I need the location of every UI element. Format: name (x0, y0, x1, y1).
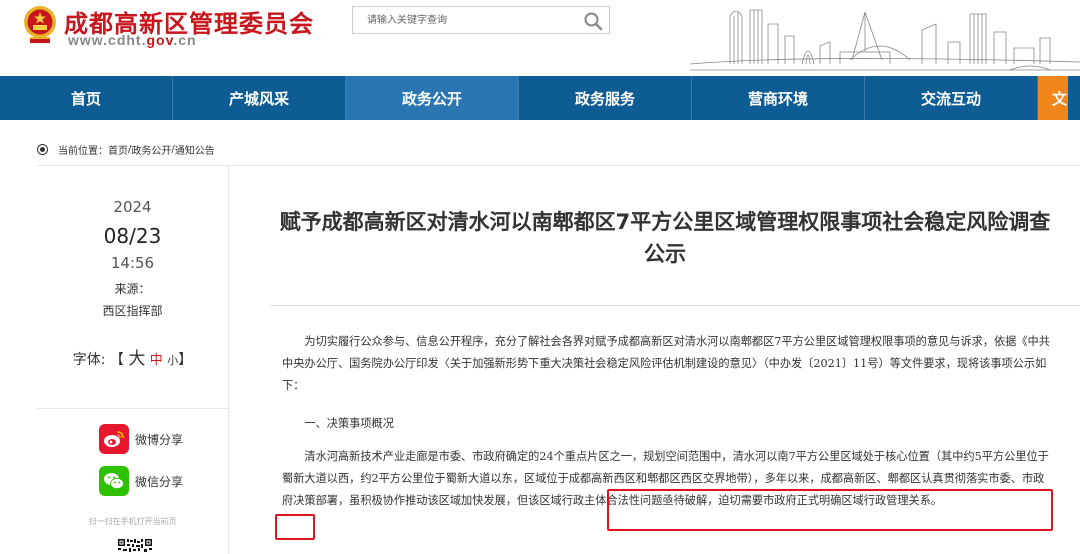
font-medium-button[interactable]: 中 (150, 353, 163, 368)
font-bracket-open: 【 (109, 352, 124, 368)
nav-item-home[interactable]: 首页 (0, 76, 173, 120)
article-title: 赋予成都高新区对清水河以南郫都区7平方公里区域管理权限事项社会稳定风险调查公示 (279, 210, 1051, 266)
publish-year: 2024 (113, 198, 152, 216)
weibo-share-label: 微博分享 (135, 432, 184, 447)
location-dot-icon (37, 144, 48, 155)
nav-item-government-affairs[interactable]: 政务公开 (346, 76, 519, 120)
site-header: 成都高新区管理委员会 www.cdht.gov.cn (0, 0, 1080, 76)
site-url-prefix: www.cdht. (68, 32, 147, 48)
search-icon[interactable] (583, 11, 603, 31)
article-section-heading: 一、决策事项概况 (304, 417, 394, 430)
wechat-icon (99, 466, 129, 496)
qr-code-icon (118, 538, 152, 554)
source-value: 西区指挥部 (102, 304, 163, 318)
main-nav: 首页 产城风采 政务公开 政务服务 营商环境 交流互动 文 (0, 76, 1080, 120)
city-skyline-illustration (690, 9, 1080, 71)
article-sidebar: 2024 08/23 14:56 来源： 西区指挥部 字体: 【 大 中 小】 … (37, 166, 228, 554)
divider (37, 408, 228, 409)
site-url-suffix: .cn (173, 32, 197, 48)
font-large-button[interactable]: 大 (128, 349, 145, 369)
breadcrumb-label: 当前位置： (58, 146, 108, 157)
breadcrumb-current[interactable]: 通知公告 (175, 142, 215, 157)
font-bracket-close: 】 (178, 352, 193, 368)
nav-item-government-services[interactable]: 政务服务 (519, 76, 692, 120)
red-highlight-box (275, 514, 315, 540)
wechat-share-button[interactable]: 微信分享 (99, 466, 183, 496)
sidebar-divider (228, 166, 229, 554)
nav-item-business-environment[interactable]: 营商环境 (692, 76, 865, 120)
title-divider (270, 305, 1080, 306)
nav-item-interaction[interactable]: 交流互动 (865, 76, 1038, 120)
font-size-label: 字体: (72, 352, 106, 368)
nav-item-industry-city[interactable]: 产城风采 (173, 76, 346, 120)
red-highlight-box (607, 489, 1053, 531)
source-label: 来源： (114, 282, 151, 296)
scan-tip: 扫一扫在手机打开当前页 (88, 517, 177, 526)
nav-item-more[interactable]: 文 (1038, 76, 1068, 120)
breadcrumb-section[interactable]: 政务公开 (131, 142, 171, 157)
font-small-button[interactable]: 小 (167, 354, 178, 367)
wechat-share-label: 微信分享 (135, 474, 184, 489)
weibo-icon (99, 424, 129, 454)
publish-time: 14:56 (110, 254, 155, 272)
article-paragraph: 为切实履行公众参与、信息公开程序，充分了解社会各界对赋予成都高新区对清水河以南郫… (282, 335, 1050, 392)
breadcrumb: 当前位置： 首页 / 政务公开 / 通知公告 (37, 142, 215, 157)
weibo-share-button[interactable]: 微博分享 (99, 424, 183, 454)
national-emblem-icon (24, 6, 56, 43)
site-url: www.cdht.gov.cn (68, 32, 197, 48)
font-size-switcher: 字体: 【 大 中 小】 (37, 344, 228, 369)
publish-date: 08/23 (103, 224, 162, 248)
search-input[interactable] (353, 7, 573, 33)
site-url-gov: gov (146, 32, 174, 48)
search-box (352, 6, 610, 34)
breadcrumb-home[interactable]: 首页 (108, 142, 128, 157)
